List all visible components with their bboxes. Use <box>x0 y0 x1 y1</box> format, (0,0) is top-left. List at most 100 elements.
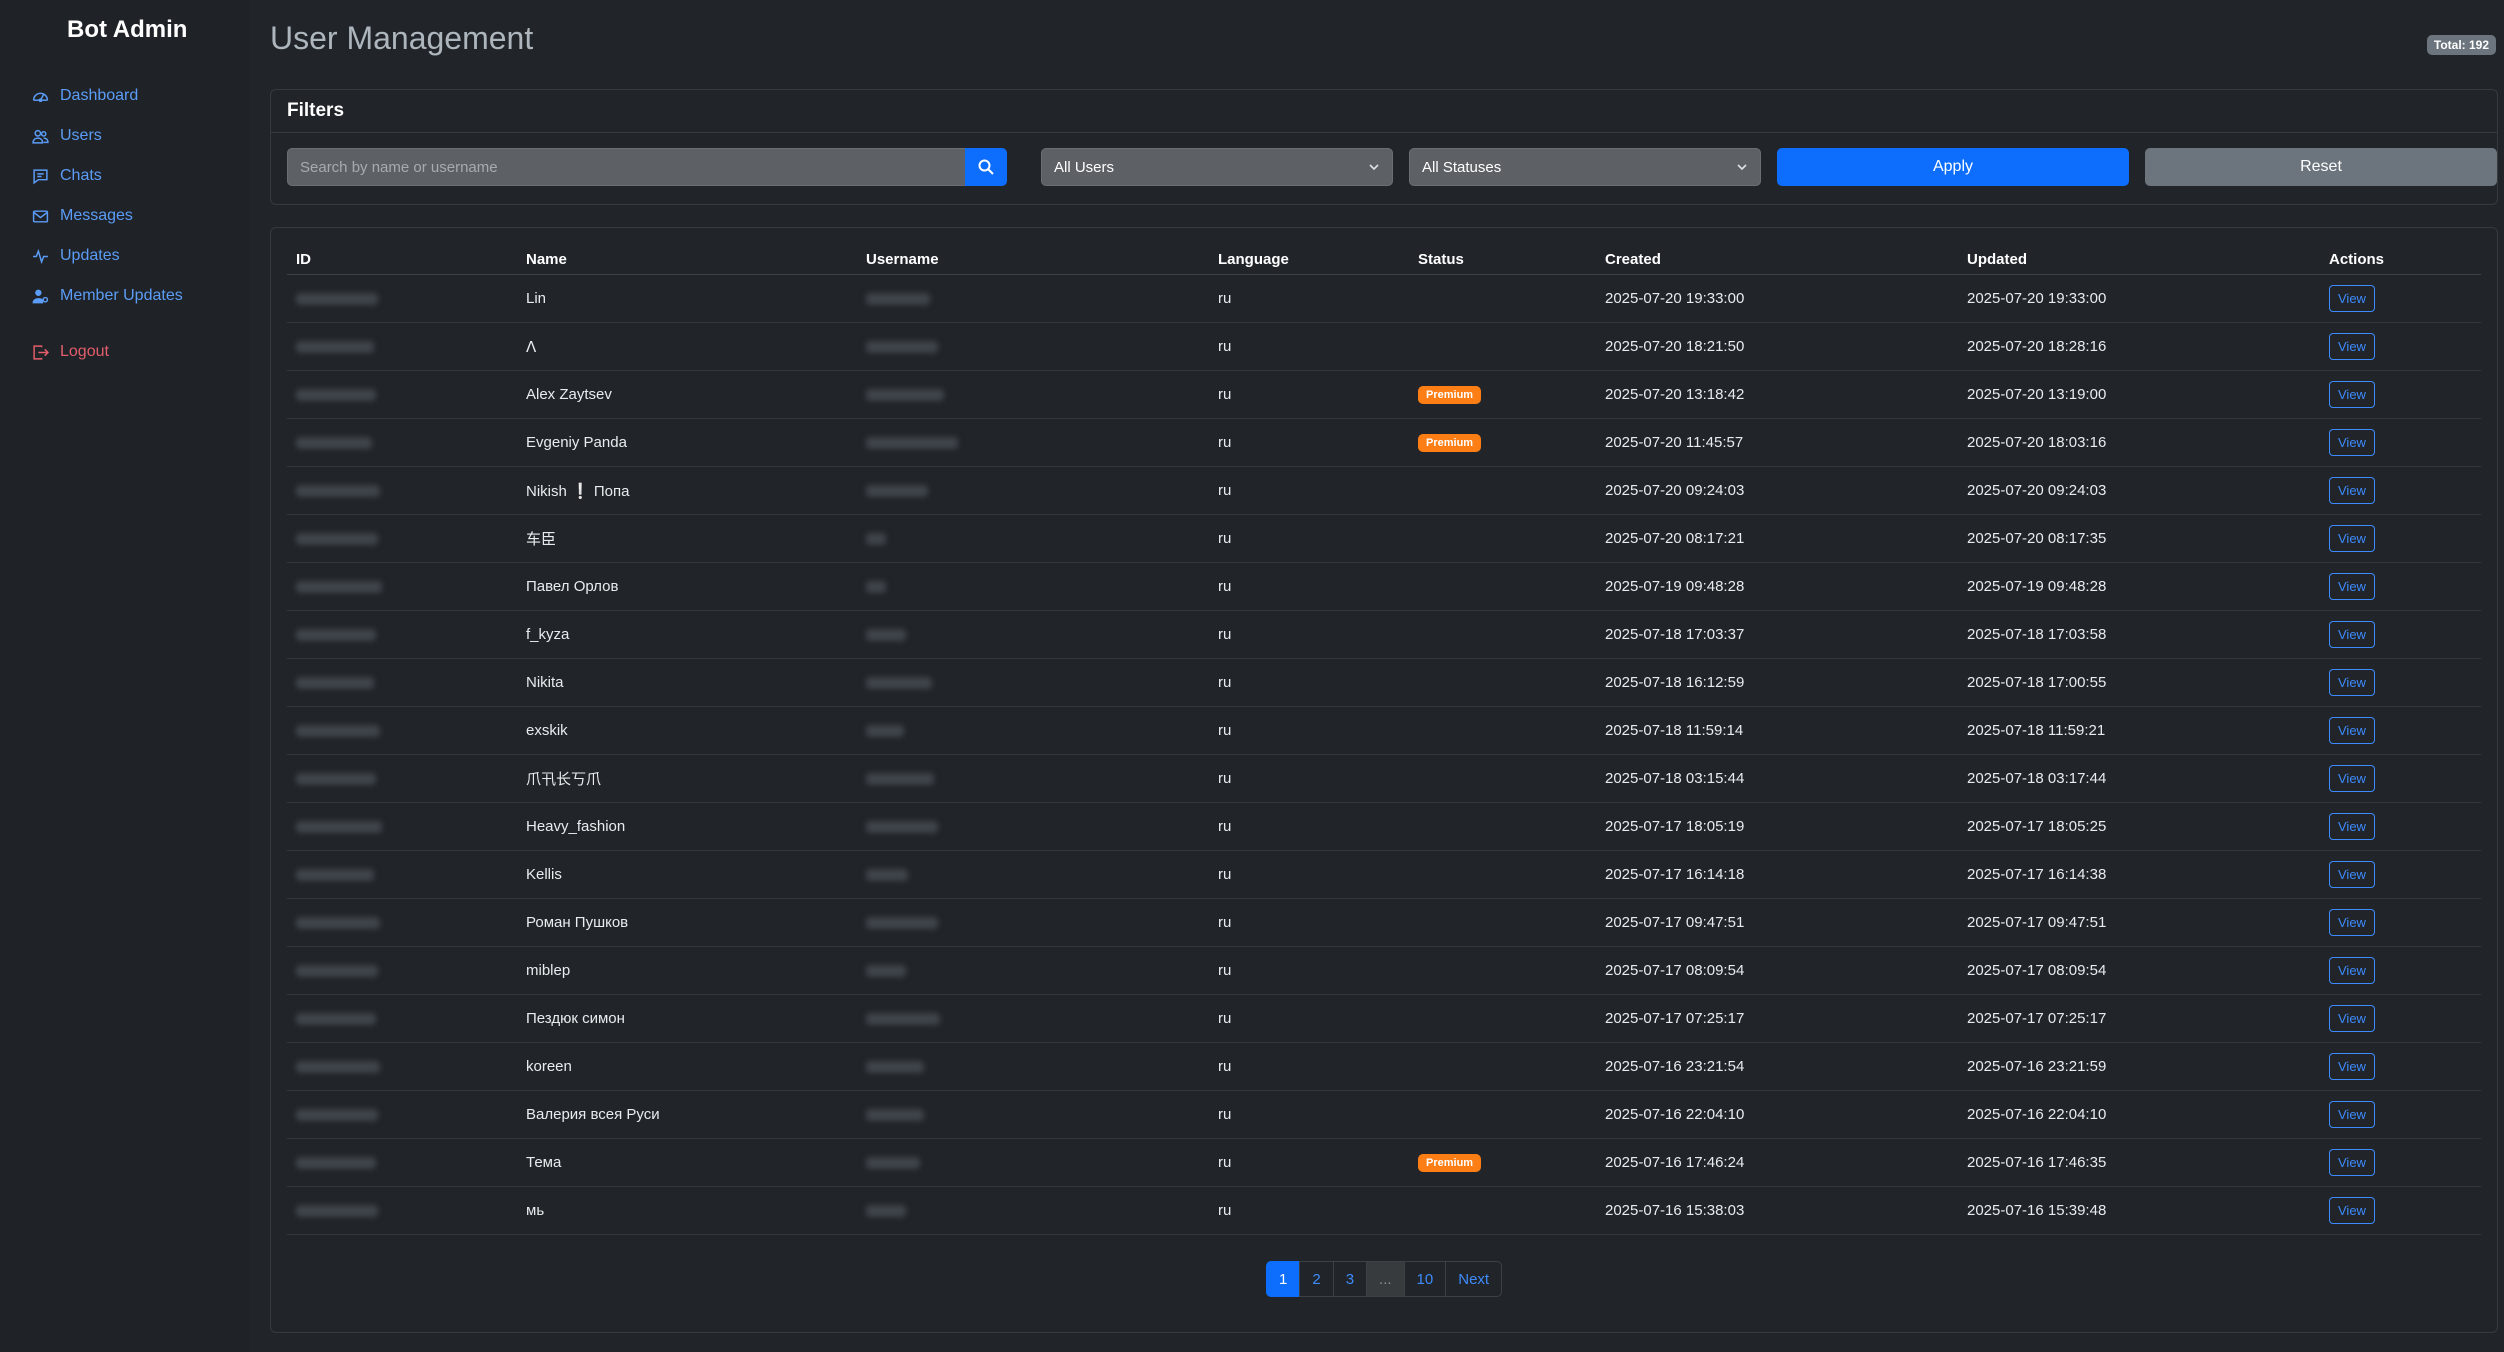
cell-updated: 2025-07-16 17:46:35 <box>1958 1138 2320 1187</box>
cell-actions: View <box>2320 610 2481 659</box>
sidebar-item-messages[interactable]: Messages <box>30 196 240 236</box>
cell-name: 爪卂长丂爪 <box>517 754 857 803</box>
cell-updated: 2025-07-16 23:21:59 <box>1958 1042 2320 1091</box>
view-button[interactable]: View <box>2329 1101 2375 1128</box>
cell-language: ru <box>1209 370 1409 419</box>
cell-updated: 2025-07-20 09:24:03 <box>1958 466 2320 515</box>
cell-id <box>287 706 517 755</box>
table-row: f_kyza ru 2025-07-18 17:03:37 2025-07-18 17… <box>287 610 2481 659</box>
view-button[interactable]: View <box>2329 429 2375 456</box>
redacted-username <box>866 1205 906 1218</box>
redacted-id <box>296 773 376 786</box>
sidebar-item-member-updates[interactable]: Member Updates <box>30 276 240 316</box>
view-button[interactable]: View <box>2329 285 2375 312</box>
view-button[interactable]: View <box>2329 1053 2375 1080</box>
cell-actions: View <box>2320 658 2481 707</box>
search-button[interactable] <box>965 148 1007 186</box>
redacted-username <box>866 1013 940 1026</box>
cell-username <box>857 994 1209 1043</box>
apply-button[interactable]: Apply <box>1777 148 2129 186</box>
cell-updated: 2025-07-20 08:17:35 <box>1958 514 2320 563</box>
cell-id <box>287 994 517 1043</box>
cell-created: 2025-07-20 09:24:03 <box>1596 466 1958 515</box>
redacted-id <box>296 1013 376 1026</box>
cell-language: ru <box>1209 1090 1409 1139</box>
cell-updated: 2025-07-18 03:17:44 <box>1958 754 2320 803</box>
cell-name: koreen <box>517 1042 857 1091</box>
view-button[interactable]: View <box>2329 1005 2375 1032</box>
pagination-next[interactable]: Next <box>1445 1261 1503 1297</box>
sidebar-item-logout[interactable]: Logout <box>30 332 240 372</box>
view-button[interactable]: View <box>2329 1149 2375 1176</box>
premium-badge: Premium <box>1418 434 1482 452</box>
cell-created: 2025-07-20 08:17:21 <box>1596 514 1958 563</box>
table-row: koreen ru 2025-07-16 23:21:54 2025-07-16 23… <box>287 1042 2481 1091</box>
pagination-page[interactable]: 1 <box>1266 1261 1301 1297</box>
view-button[interactable]: View <box>2329 621 2375 648</box>
users-icon <box>30 126 50 146</box>
sidebar-item-updates[interactable]: Updates <box>30 236 240 276</box>
cell-language: ru <box>1209 706 1409 755</box>
users-filter-select[interactable]: All Users <box>1041 148 1393 186</box>
column-header-status: Status <box>1409 244 1596 275</box>
cell-name: Тема <box>517 1138 857 1187</box>
cell-created: 2025-07-18 17:03:37 <box>1596 610 1958 659</box>
search-group <box>287 148 1007 186</box>
cell-created: 2025-07-20 18:21:50 <box>1596 322 1958 371</box>
view-button[interactable]: View <box>2329 957 2375 984</box>
view-button[interactable]: View <box>2329 333 2375 360</box>
cell-status <box>1409 706 1596 755</box>
cell-language: ru <box>1209 466 1409 515</box>
view-button[interactable]: View <box>2329 669 2375 696</box>
cell-updated: 2025-07-17 16:14:38 <box>1958 850 2320 899</box>
view-button[interactable]: View <box>2329 717 2375 744</box>
pagination-page[interactable]: 3 <box>1332 1261 1368 1297</box>
cell-name: f_kyza <box>517 610 857 659</box>
cell-username <box>857 946 1209 995</box>
view-button[interactable]: View <box>2329 381 2375 408</box>
reset-button[interactable]: Reset <box>2145 148 2497 186</box>
cell-username <box>857 754 1209 803</box>
users-table-card: ID Name Username Language Status Created… <box>270 227 2498 1333</box>
brand-title: Bot Admin <box>67 16 188 43</box>
cell-updated: 2025-07-18 17:00:55 <box>1958 658 2320 707</box>
redacted-username <box>866 629 906 642</box>
redacted-username <box>866 965 906 978</box>
cell-actions: View <box>2320 994 2481 1043</box>
pagination-page[interactable]: 2 <box>1299 1261 1334 1297</box>
cell-id <box>287 1186 517 1235</box>
cell-username <box>857 1042 1209 1091</box>
sidebar-item-chats[interactable]: Chats <box>30 156 240 196</box>
search-input[interactable] <box>287 148 965 186</box>
page-title: User Management <box>270 20 534 56</box>
cell-actions: View <box>2320 322 2481 371</box>
cell-created: 2025-07-18 03:15:44 <box>1596 754 1958 803</box>
sidebar-item-label: Messages <box>60 207 133 224</box>
status-filter-select[interactable]: All Statuses <box>1409 148 1761 186</box>
pagination-page[interactable]: 10 <box>1403 1261 1447 1297</box>
view-button[interactable]: View <box>2329 1197 2375 1224</box>
sidebar-item-dashboard[interactable]: Dashboard <box>30 76 240 116</box>
cell-status <box>1409 994 1596 1043</box>
cell-created: 2025-07-17 18:05:19 <box>1596 802 1958 851</box>
cell-username <box>857 274 1209 323</box>
cell-created: 2025-07-16 17:46:24 <box>1596 1138 1958 1187</box>
cell-id <box>287 418 517 467</box>
sidebar-item-users[interactable]: Users <box>30 116 240 156</box>
view-button[interactable]: View <box>2329 861 2375 888</box>
view-button[interactable]: View <box>2329 813 2375 840</box>
redacted-id <box>296 437 372 450</box>
view-button[interactable]: View <box>2329 477 2375 504</box>
cell-username <box>857 658 1209 707</box>
redacted-id <box>296 1157 376 1170</box>
redacted-id <box>296 581 382 594</box>
table-row: 车臣 ru 2025-07-20 08:17:21 2025-07-20 08:17:… <box>287 514 2481 563</box>
view-button[interactable]: View <box>2329 765 2375 792</box>
logout-label: Logout <box>60 343 109 360</box>
redacted-id <box>296 821 382 834</box>
view-button[interactable]: View <box>2329 573 2375 600</box>
view-button[interactable]: View <box>2329 525 2375 552</box>
cell-id <box>287 322 517 371</box>
view-button[interactable]: View <box>2329 909 2375 936</box>
cell-status <box>1409 754 1596 803</box>
